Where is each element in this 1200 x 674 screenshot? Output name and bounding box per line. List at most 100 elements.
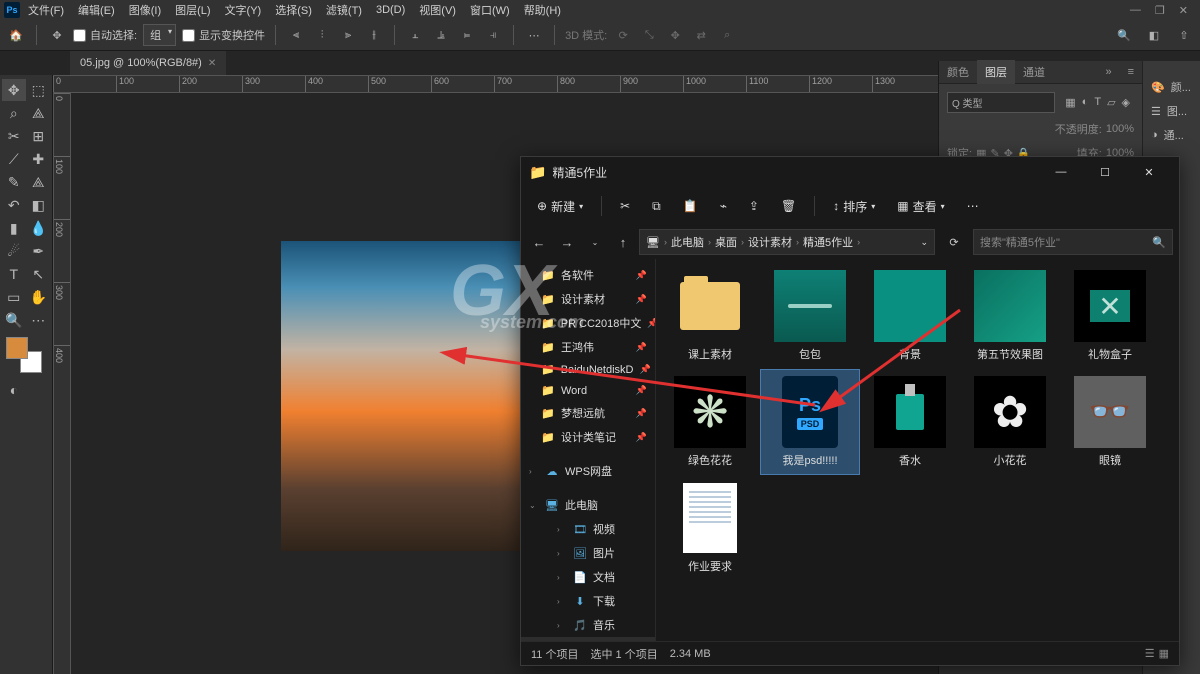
file-item-眼镜[interactable]: 👓眼镜: [1060, 369, 1160, 475]
panel-tab-layers[interactable]: 图层: [977, 60, 1015, 84]
gradient-tool[interactable]: ▮: [2, 217, 26, 239]
eyedropper-tool[interactable]: ⟋: [2, 148, 26, 170]
filter-adj-icon[interactable]: ◐: [1082, 96, 1089, 109]
3d-pan-icon[interactable]: ✥: [665, 25, 685, 45]
breadcrumb[interactable]: 🖥› 此电脑› 桌面› 设计素材› 精通5作业› ⌄: [639, 229, 935, 255]
nav-back-icon[interactable]: ←: [527, 230, 551, 254]
sidebar-item-各软件[interactable]: 📁各软件📌: [521, 263, 655, 287]
menu-layer[interactable]: 图层(L): [169, 0, 216, 21]
menu-filter[interactable]: 滤镜(T): [320, 0, 368, 21]
align-top-icon[interactable]: ⫲: [364, 25, 384, 45]
sidebar-item-WPS网盘[interactable]: ›☁WPS网盘: [521, 459, 655, 483]
file-item-课上素材[interactable]: 课上素材: [660, 263, 760, 369]
color-swatches[interactable]: [6, 337, 42, 373]
bc-item[interactable]: 桌面: [715, 234, 737, 250]
sidebar-item-视频[interactable]: ›🎞视频: [521, 517, 655, 541]
align-center-h-icon[interactable]: ⫶: [312, 25, 332, 45]
sidebar-item-BaiduNetdiskD[interactable]: 📁BaiduNetdiskD📌: [521, 359, 655, 380]
collapsed-channels[interactable]: ◑通...: [1143, 123, 1200, 147]
pen-tool[interactable]: ✒: [27, 240, 51, 262]
align-left-icon[interactable]: ⫷: [286, 25, 306, 45]
explorer-close-icon[interactable]: ✕: [1127, 157, 1171, 187]
sidebar-item-音乐[interactable]: ›🎵音乐: [521, 613, 655, 637]
filter-shape-icon[interactable]: ▱: [1107, 96, 1115, 109]
sidebar-item-图片[interactable]: ›🖼图片: [521, 541, 655, 565]
workspace-icon[interactable]: ◧: [1144, 25, 1164, 45]
eraser-tool[interactable]: ◧: [27, 194, 51, 216]
rename-icon[interactable]: ⌁: [712, 195, 735, 217]
menu-window[interactable]: 窗口(W): [464, 0, 516, 21]
panel-menu-icon[interactable]: ≡: [1120, 62, 1142, 82]
move-tool-icon[interactable]: ✥: [47, 25, 67, 45]
sidebar-item-下载[interactable]: ›⬇下载: [521, 589, 655, 613]
dist-bottom-icon[interactable]: ⫢: [457, 25, 477, 45]
edit-toolbar[interactable]: ⋯: [27, 309, 51, 331]
view-button[interactable]: ▦查看▾: [889, 194, 952, 219]
3d-orbit-icon[interactable]: ⟳: [613, 25, 633, 45]
dist-left-icon[interactable]: ⫣: [483, 25, 503, 45]
view-list-icon[interactable]: ☰: [1145, 647, 1155, 660]
file-item-香水[interactable]: 香水: [860, 369, 960, 475]
more-icon[interactable]: ⋯: [524, 25, 544, 45]
explorer-search-input[interactable]: 搜索"精通5作业" 🔍: [973, 229, 1173, 255]
new-button[interactable]: ⊕新建▾: [529, 194, 591, 219]
sidebar-item-设计类笔记[interactable]: 📁设计类笔记📌: [521, 425, 655, 449]
collapsed-layers[interactable]: ☰图...: [1143, 99, 1200, 123]
lasso-tool[interactable]: ⌕: [2, 102, 26, 124]
frame-tool[interactable]: ⊞: [27, 125, 51, 147]
menu-3d[interactable]: 3D(D): [370, 1, 411, 19]
panel-tab-color[interactable]: 颜色: [939, 60, 977, 84]
menu-text[interactable]: 文字(Y): [219, 0, 268, 21]
layer-search-input[interactable]: Q 类型: [947, 92, 1055, 113]
share-icon[interactable]: ⇪: [741, 195, 767, 217]
opacity-value[interactable]: 100%: [1106, 123, 1134, 135]
sidebar-item-Word[interactable]: 📁Word📌: [521, 380, 655, 401]
filter-smart-icon[interactable]: ◈: [1122, 96, 1130, 109]
crop-tool[interactable]: ✂: [2, 125, 26, 147]
nav-up-icon[interactable]: ↑: [611, 230, 635, 254]
history-brush-tool[interactable]: ↶: [2, 194, 26, 216]
bc-dropdown-icon[interactable]: ⌄: [920, 237, 928, 248]
file-item-我是psd!!!!![interactable]: PsPSD我是psd!!!!!: [760, 369, 860, 475]
delete-icon[interactable]: 🗑: [773, 195, 804, 217]
heal-tool[interactable]: ✚: [27, 148, 51, 170]
collapsed-color[interactable]: 🎨颜...: [1143, 75, 1200, 99]
transform-check[interactable]: 显示变换控件: [182, 27, 265, 43]
menu-image[interactable]: 图像(I): [123, 0, 167, 21]
sidebar-item-文档[interactable]: ›📄文档: [521, 565, 655, 589]
ps-restore-icon[interactable]: ❐: [1155, 4, 1165, 17]
stamp-tool[interactable]: ⟁: [27, 171, 51, 193]
bc-item[interactable]: 设计素材: [748, 234, 792, 250]
3d-slide-icon[interactable]: ⇄: [691, 25, 711, 45]
zoom-tool[interactable]: 🔍: [2, 309, 26, 331]
view-grid-icon[interactable]: ▦: [1159, 647, 1169, 660]
quick-mask-tool[interactable]: ◐: [2, 379, 26, 401]
file-item-背景[interactable]: 背景: [860, 263, 960, 369]
type-tool[interactable]: T: [2, 263, 26, 285]
sidebar-item-设计素材[interactable]: 📁设计素材📌: [521, 287, 655, 311]
menu-edit[interactable]: 编辑(E): [72, 0, 121, 21]
marquee-tool[interactable]: ⬚: [27, 79, 51, 101]
rect-tool[interactable]: ▭: [2, 286, 26, 308]
quick-select-tool[interactable]: ⟁: [27, 102, 51, 124]
filter-pixel-icon[interactable]: ▦: [1065, 96, 1075, 109]
sidebar-item-此电脑[interactable]: ⌄🖥此电脑: [521, 493, 655, 517]
bc-item[interactable]: 精通5作业: [803, 234, 853, 250]
panel-tab-channels[interactable]: 通道: [1015, 60, 1053, 84]
search-icon[interactable]: 🔍: [1114, 25, 1134, 45]
dist-vcenter-icon[interactable]: ⫡: [431, 25, 451, 45]
document-tab[interactable]: 05.jpg @ 100%(RGB/8#) ✕: [70, 51, 226, 75]
explorer-titlebar[interactable]: 📁 精通5作业 — ☐ ✕: [521, 157, 1179, 187]
auto-select-check[interactable]: 自动选择:: [73, 27, 137, 43]
panel-collapse-icon[interactable]: »: [1097, 62, 1119, 82]
sort-button[interactable]: ↕排序▾: [825, 194, 883, 219]
dodge-tool[interactable]: ☄: [2, 240, 26, 262]
sidebar-item-梦想远航[interactable]: 📁梦想远航📌: [521, 401, 655, 425]
brush-tool[interactable]: ✎: [2, 171, 26, 193]
file-item-作业要求[interactable]: 作业要求: [660, 475, 760, 581]
file-item-包包[interactable]: 包包: [760, 263, 860, 369]
path-select-tool[interactable]: ↖: [27, 263, 51, 285]
blur-tool[interactable]: 💧: [27, 217, 51, 239]
copy-icon[interactable]: ⧉: [644, 195, 669, 218]
align-right-icon[interactable]: ⫸: [338, 25, 358, 45]
